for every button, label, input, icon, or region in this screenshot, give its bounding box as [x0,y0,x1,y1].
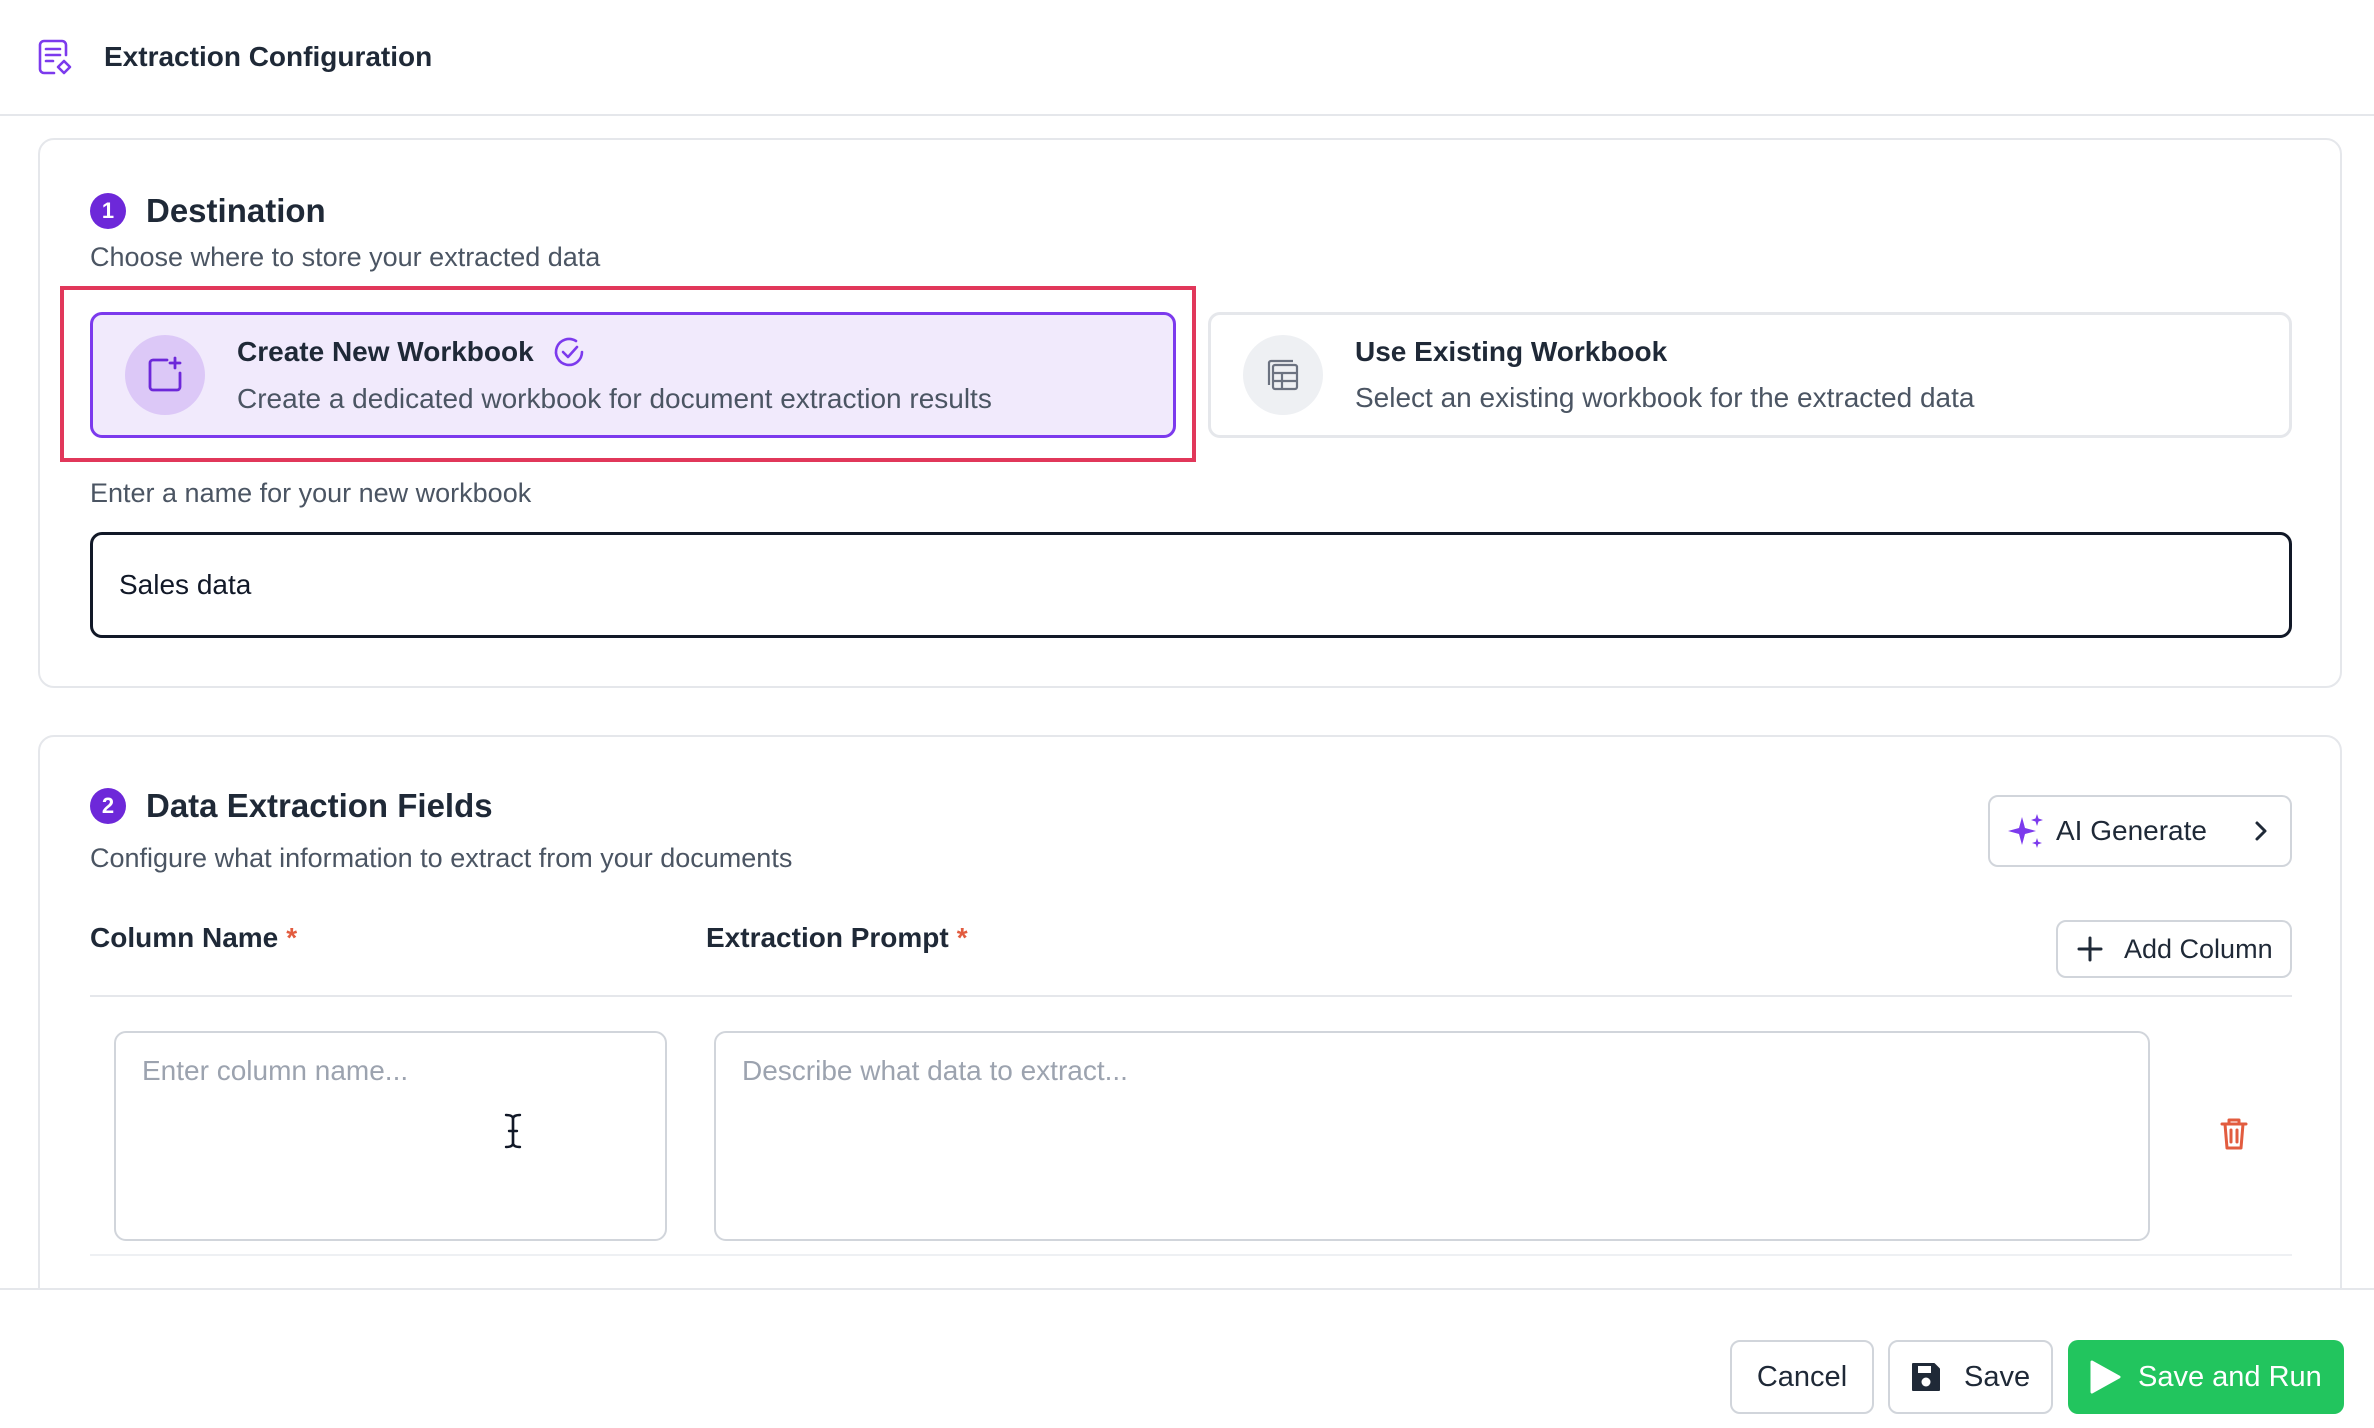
column-name-header-text: Column Name [90,922,279,953]
fields-subtitle: Configure what information to extract fr… [90,843,793,873]
play-icon [2090,1360,2121,1394]
column-name-header: Column Name * [90,922,297,954]
destination-title: Destination [146,192,326,229]
table-icon [1243,335,1323,415]
workbook-name-label: Enter a name for your new workbook [90,478,532,508]
row-divider [90,1254,2292,1256]
extraction-prompt-header: Extraction Prompt * [706,922,968,954]
document-edit-icon [38,39,72,75]
column-name-input[interactable] [114,1031,667,1241]
add-column-label: Add Column [2124,933,2273,964]
required-marker: * [956,922,968,953]
create-new-workbook-title: Create New Workbook [237,336,534,367]
destination-heading: 1 Destination [90,192,326,230]
fields-heading: 2 Data Extraction Fields [90,787,493,825]
check-circle-icon [554,337,583,367]
sparkles-icon [2008,814,2043,848]
save-and-run-button[interactable]: Save and Run [2068,1340,2344,1414]
new-workbook-icon [125,335,205,415]
use-existing-workbook-option[interactable]: Use Existing Workbook Select an existing… [1208,312,2292,438]
floppy-disk-icon [1912,1363,1940,1391]
required-marker: * [286,922,298,953]
extraction-prompt-input[interactable] [714,1031,2150,1241]
step-number-badge: 2 [90,788,126,824]
ai-generate-label: AI Generate [2056,815,2207,846]
use-existing-workbook-title: Use Existing Workbook [1355,336,1668,367]
chevron-right-icon [2255,821,2267,841]
cancel-label: Cancel [1756,1360,1848,1393]
step-number-badge: 1 [90,193,126,229]
save-and-run-label: Save and Run [2138,1360,2322,1393]
destination-card: 1 Destination Choose where to store your… [38,138,2342,688]
destination-subtitle: Choose where to store your extracted dat… [90,242,601,272]
trash-icon[interactable] [2220,1117,2248,1151]
text-cursor-icon [504,1113,522,1149]
save-label: Save [1964,1360,2031,1393]
save-button[interactable]: Save [1888,1340,2053,1414]
plus-icon [2077,936,2103,962]
page-title: Extraction Configuration [104,41,433,72]
workbook-name-input[interactable] [90,532,2292,638]
header-divider [90,995,2292,997]
use-existing-workbook-description: Select an existing workbook for the extr… [1355,382,1975,413]
cancel-button[interactable]: Cancel [1730,1340,1874,1414]
fields-title: Data Extraction Fields [146,787,493,824]
add-column-button[interactable]: Add Column [2056,920,2292,978]
footer-bar: Cancel Save Save and Run [0,1288,2374,1428]
extraction-prompt-header-text: Extraction Prompt [706,922,949,953]
header-bar: Extraction Configuration [0,0,2374,116]
create-new-workbook-description: Create a dedicated workbook for document… [237,383,992,414]
create-new-workbook-option[interactable]: Create New Workbook Create a dedicated w… [90,312,1176,438]
ai-generate-button[interactable]: AI Generate [1988,795,2292,867]
